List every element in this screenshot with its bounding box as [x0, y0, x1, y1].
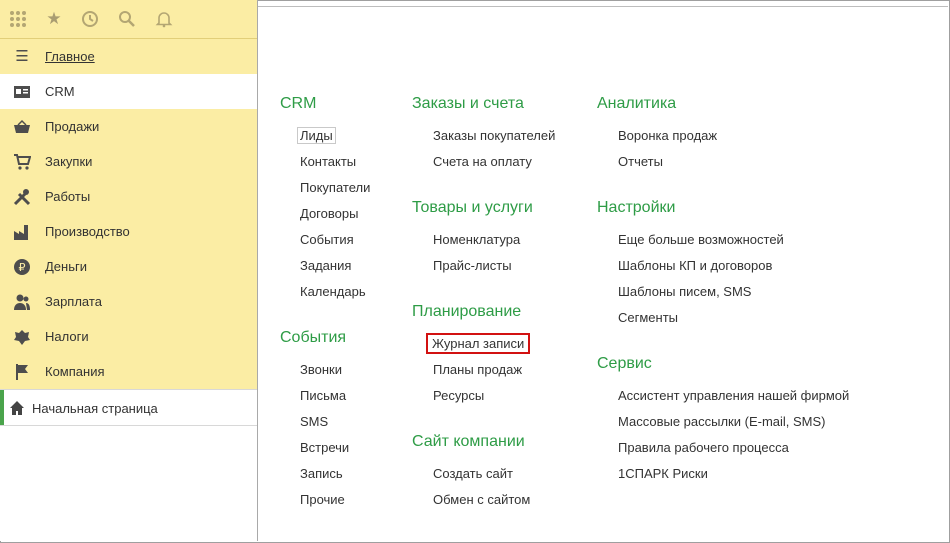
group-title-events: События [280, 329, 347, 346]
section-money[interactable]: ₽ Деньги [0, 249, 257, 284]
link-nomenclature[interactable]: Номенклатура [433, 232, 520, 247]
section-salary[interactable]: Зарплата [0, 284, 257, 319]
section-label: Главное [45, 49, 95, 64]
section-taxes[interactable]: Налоги [0, 319, 257, 354]
link-spark-risks[interactable]: 1СПАРК Риски [618, 466, 708, 481]
link-create-site[interactable]: Создать сайт [433, 466, 513, 481]
link-customer-orders[interactable]: Заказы покупателей [433, 128, 555, 143]
link-mass-mailing[interactable]: Массовые рассылки (E-mail, SMS) [618, 414, 826, 429]
link-invoices[interactable]: Счета на оплату [433, 154, 532, 169]
link-resources[interactable]: Ресурсы [433, 388, 484, 403]
group-title-website: Сайт компании [412, 433, 525, 450]
group-title-orders: Заказы и счета [412, 95, 524, 112]
link-calls[interactable]: Звонки [300, 362, 342, 377]
sections-panel: ☰ Главное CRM Продажи Закупки Работы Про… [0, 39, 257, 389]
link-events[interactable]: События [300, 232, 354, 247]
group-title-service: Сервис [597, 355, 652, 372]
contact-card-icon [13, 83, 31, 101]
bell-icon[interactable] [155, 10, 173, 28]
link-contracts[interactable]: Договоры [300, 206, 358, 221]
svg-text:₽: ₽ [19, 261, 26, 274]
group-title-crm: CRM [280, 95, 317, 112]
link-sms[interactable]: SMS [300, 414, 328, 429]
open-tab-home[interactable]: Начальная страница [0, 389, 257, 426]
cart-icon [13, 153, 31, 171]
link-site-exchange[interactable]: Обмен с сайтом [433, 492, 530, 507]
content-top-divider [258, 6, 948, 7]
link-customers[interactable]: Покупатели [300, 180, 370, 195]
link-price-lists[interactable]: Прайс-листы [433, 258, 512, 273]
section-label: Работы [45, 189, 91, 204]
section-label: Деньги [45, 259, 87, 274]
group-title-settings: Настройки [597, 199, 676, 216]
section-company[interactable]: Компания [0, 354, 257, 389]
section-works[interactable]: Работы [0, 179, 257, 214]
link-kp-templates[interactable]: Шаблоны КП и договоров [618, 258, 772, 273]
group-title-analytics: Аналитика [597, 95, 677, 112]
link-reports[interactable]: Отчеты [618, 154, 663, 169]
section-production[interactable]: Производство [0, 214, 257, 249]
home-icon [9, 400, 25, 416]
link-calendar[interactable]: Календарь [300, 284, 366, 299]
ruble-icon: ₽ [13, 258, 31, 276]
link-workflow-rules[interactable]: Правила рабочего процесса [618, 440, 789, 455]
section-sales[interactable]: Продажи [0, 109, 257, 144]
group-title-goods: Товары и услуги [412, 199, 533, 216]
section-label: Налоги [45, 329, 89, 344]
link-more-features[interactable]: Еще больше возможностей [618, 232, 784, 247]
section-label: Продажи [45, 119, 100, 134]
link-record[interactable]: Запись [300, 466, 343, 481]
link-contacts[interactable]: Контакты [300, 154, 356, 169]
section-purchases[interactable]: Закупки [0, 144, 257, 179]
link-letters[interactable]: Письма [300, 388, 346, 403]
section-label: Производство [45, 224, 130, 239]
sidebar-toolbar: ★ [0, 0, 257, 39]
sidebar: ★ ☰ Главное CRM Продажи Закупки Работы П… [0, 0, 258, 541]
link-sales-plans[interactable]: Планы продаж [433, 362, 522, 377]
section-label: Компания [45, 364, 105, 379]
tools-icon [13, 188, 31, 206]
search-icon[interactable] [118, 10, 136, 28]
menu-icon: ☰ [15, 48, 29, 65]
link-letter-templates[interactable]: Шаблоны писем, SMS [618, 284, 751, 299]
active-tab-marker [0, 390, 4, 425]
star-icon[interactable]: ★ [45, 10, 63, 28]
section-label: CRM [45, 84, 75, 99]
link-booking-journal[interactable]: Журнал записи [426, 333, 531, 354]
link-other[interactable]: Прочие [300, 492, 345, 507]
section-main[interactable]: ☰ Главное [0, 39, 257, 74]
people-icon [13, 293, 31, 311]
link-leads[interactable]: Лиды [297, 127, 336, 144]
link-segments[interactable]: Сегменты [618, 310, 678, 325]
link-meetings[interactable]: Встречи [300, 440, 349, 455]
group-title-planning: Планирование [412, 303, 522, 320]
basket-icon [13, 118, 31, 136]
section-label: Закупки [45, 154, 93, 169]
link-tasks[interactable]: Задания [300, 258, 351, 273]
open-tab-label: Начальная страница [32, 401, 158, 416]
section-label: Зарплата [45, 294, 102, 309]
history-icon[interactable] [81, 10, 99, 28]
link-sales-funnel[interactable]: Воронка продаж [618, 128, 717, 143]
emblem-icon [13, 328, 31, 346]
apps-grid-icon[interactable] [9, 10, 27, 28]
flag-icon [13, 363, 31, 381]
section-crm[interactable]: CRM [0, 74, 257, 109]
factory-icon [13, 223, 31, 241]
link-assistant[interactable]: Ассистент управления нашей фирмой [618, 388, 849, 403]
